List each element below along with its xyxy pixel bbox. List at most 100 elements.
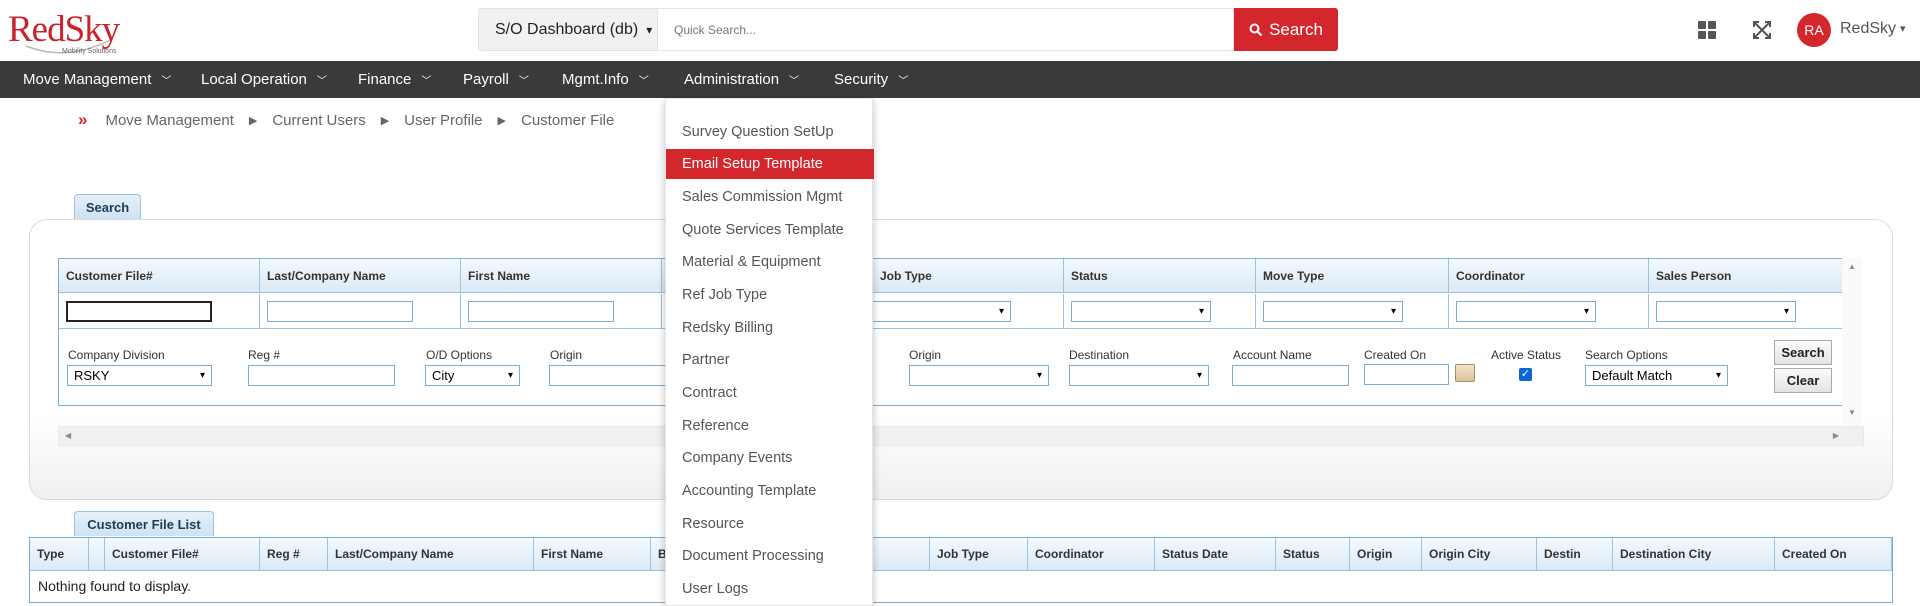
column-header[interactable]: First Name xyxy=(534,538,651,571)
active-status-label: Active Status xyxy=(1491,348,1562,362)
job-type-select[interactable]: ▾ xyxy=(871,301,1011,322)
customer-file-table: Type Customer File# Reg # Last/Company N… xyxy=(29,537,1893,603)
logo-text: RedSky xyxy=(8,9,120,50)
od-options-select[interactable]: City ▾ xyxy=(425,365,520,386)
search-icon xyxy=(1249,23,1263,36)
column-header[interactable]: Coordinator xyxy=(1028,538,1155,571)
chevron-down-icon: ﹀ xyxy=(316,76,327,87)
account-name-input[interactable] xyxy=(1232,365,1349,386)
destination-label: Destination xyxy=(1069,348,1130,362)
first-name-input[interactable] xyxy=(468,301,614,322)
nav-item-move-management[interactable]: Move Management ﹀ xyxy=(23,61,171,98)
chevron-down-icon: ▾ xyxy=(507,370,513,381)
quick-search-input[interactable] xyxy=(658,8,1234,51)
column-header[interactable]: Last/Company Name xyxy=(328,538,534,571)
menu-item-quote-services-template[interactable]: Quote Services Template xyxy=(666,215,874,245)
origin-input[interactable] xyxy=(549,365,669,386)
menu-item-company-events[interactable]: Company Events xyxy=(666,443,874,473)
menu-item-reference[interactable]: Reference xyxy=(666,411,874,441)
nav-item-local-operation[interactable]: Local Operation ﹀ xyxy=(201,61,327,98)
column-header[interactable]: Type xyxy=(30,538,89,571)
menu-item-partner[interactable]: Partner xyxy=(666,345,874,375)
menu-item-survey-question-setup[interactable]: Survey Question SetUp xyxy=(666,117,874,147)
menu-item-resource[interactable]: Resource xyxy=(666,509,874,539)
chevron-down-icon: ﹀ xyxy=(518,76,529,87)
column-header[interactable]: Status Date xyxy=(1155,538,1276,571)
horizontal-scrollbar[interactable]: ◀ ▶ xyxy=(58,426,1864,446)
sales-person-select[interactable]: ▾ xyxy=(1656,301,1796,322)
column-header xyxy=(89,538,105,571)
user-avatar[interactable]: RA xyxy=(1797,13,1831,47)
active-status-checkbox[interactable]: ✓ xyxy=(1519,368,1532,381)
main-nav: Move Management ﹀ Local Operation ﹀ Financ… xyxy=(0,61,1920,98)
quick-search-button[interactable]: Search xyxy=(1234,8,1338,51)
nav-label: Security xyxy=(834,71,889,88)
reg-input[interactable] xyxy=(248,365,395,386)
created-on-input[interactable] xyxy=(1364,364,1449,385)
logo-subtext: Mobility Solutions xyxy=(62,48,117,55)
column-header[interactable]: Customer File# xyxy=(105,538,260,571)
menu-item-user-logs[interactable]: User Logs xyxy=(666,574,874,604)
breadcrumb-item[interactable]: Current Users xyxy=(272,112,365,129)
scroll-right-icon[interactable]: ▶ xyxy=(1833,431,1839,440)
menu-item-email-setup-template[interactable]: Email Setup Template xyxy=(666,149,874,179)
last-company-name-input[interactable] xyxy=(267,301,413,322)
nav-item-security[interactable]: Security ﹀ xyxy=(834,61,908,98)
nav-label: Local Operation xyxy=(201,71,307,88)
menu-item-material-equipment[interactable]: Material & Equipment xyxy=(666,247,874,277)
column-header[interactable]: Job Type xyxy=(930,538,1028,571)
apps-grid-icon[interactable] xyxy=(1698,21,1716,39)
search-grid-header: Customer File# Last/Company Name First N… xyxy=(59,259,1845,293)
search-options-select[interactable]: Default Match ▾ xyxy=(1585,365,1728,386)
nav-item-payroll[interactable]: Payroll ﹀ xyxy=(463,61,529,98)
column-header: Move Type xyxy=(1256,259,1449,293)
nav-item-administration[interactable]: Administration ﹀ xyxy=(684,61,799,98)
column-header[interactable]: Created On xyxy=(1775,538,1892,571)
grid-clear-button[interactable]: Clear xyxy=(1774,368,1832,393)
administration-dropdown-menu: Survey Question SetUp Email Setup Templa… xyxy=(665,98,874,606)
menu-item-accounting-template[interactable]: Accounting Template xyxy=(666,476,874,506)
column-header[interactable]: Origin xyxy=(1350,538,1422,571)
coordinator-select[interactable]: ▾ xyxy=(1456,301,1596,322)
destination-select[interactable]: ▾ xyxy=(1069,365,1209,386)
customer-file-input[interactable] xyxy=(66,301,212,322)
redsky-logo[interactable]: RedSky Mobility Solutions xyxy=(6,10,126,56)
origin-select[interactable]: ▾ xyxy=(909,365,1049,386)
breadcrumb-item[interactable]: Move Management xyxy=(105,112,233,129)
grid-search-button[interactable]: Search xyxy=(1774,340,1832,365)
nav-item-mgmt-info[interactable]: Mgmt.Info ﹀ xyxy=(562,61,649,98)
scroll-down-icon[interactable]: ▼ xyxy=(1848,408,1856,417)
company-division-select[interactable]: RSKY ▾ xyxy=(67,365,212,386)
chevron-down-icon[interactable]: ▾ xyxy=(1900,22,1906,35)
menu-item-contract[interactable]: Contract xyxy=(666,378,874,408)
status-select[interactable]: ▾ xyxy=(1071,301,1211,322)
user-name[interactable]: RedSky xyxy=(1840,20,1896,38)
company-division-label: Company Division xyxy=(68,348,165,362)
dashboard-select[interactable]: S/O Dashboard (db) ▾ xyxy=(478,8,658,51)
search-grid-inputs: ▾ ▾ ▾ ▾ ▾ xyxy=(59,294,1845,329)
menu-item-redsky-billing[interactable]: Redsky Billing xyxy=(666,313,874,343)
breadcrumb-item[interactable]: User Profile xyxy=(404,112,482,129)
nav-label: Payroll xyxy=(463,71,509,88)
column-header[interactable]: Destin xyxy=(1537,538,1613,571)
column-header[interactable]: Origin City xyxy=(1422,538,1537,571)
column-header[interactable]: Destination City xyxy=(1613,538,1775,571)
menu-item-ref-job-type[interactable]: Ref Job Type xyxy=(666,280,874,310)
scroll-up-icon[interactable]: ▲ xyxy=(1848,262,1856,271)
menu-item-document-processing[interactable]: Document Processing xyxy=(666,541,874,571)
scroll-left-icon[interactable]: ◀ xyxy=(65,431,71,440)
vertical-scrollbar[interactable]: ▲ ▼ xyxy=(1842,258,1862,446)
column-header[interactable]: Reg # xyxy=(260,538,328,571)
column-header[interactable]: Status xyxy=(1276,538,1350,571)
customer-file-list-tab[interactable]: Customer File List xyxy=(74,511,214,536)
column-header: Status xyxy=(1064,259,1256,293)
menu-item-sales-commission-mgmt[interactable]: Sales Commission Mgmt xyxy=(666,182,874,212)
breadcrumb-item: Customer File xyxy=(521,111,615,129)
triangle-right-icon: ▶ xyxy=(380,114,390,127)
search-tab[interactable]: Search xyxy=(74,194,141,219)
calendar-icon[interactable] xyxy=(1455,364,1475,382)
move-type-select[interactable]: ▾ xyxy=(1263,301,1403,322)
fullscreen-icon[interactable] xyxy=(1752,20,1772,40)
empty-table-message: Nothing found to display. xyxy=(38,578,192,594)
nav-item-finance[interactable]: Finance ﹀ xyxy=(358,61,431,98)
